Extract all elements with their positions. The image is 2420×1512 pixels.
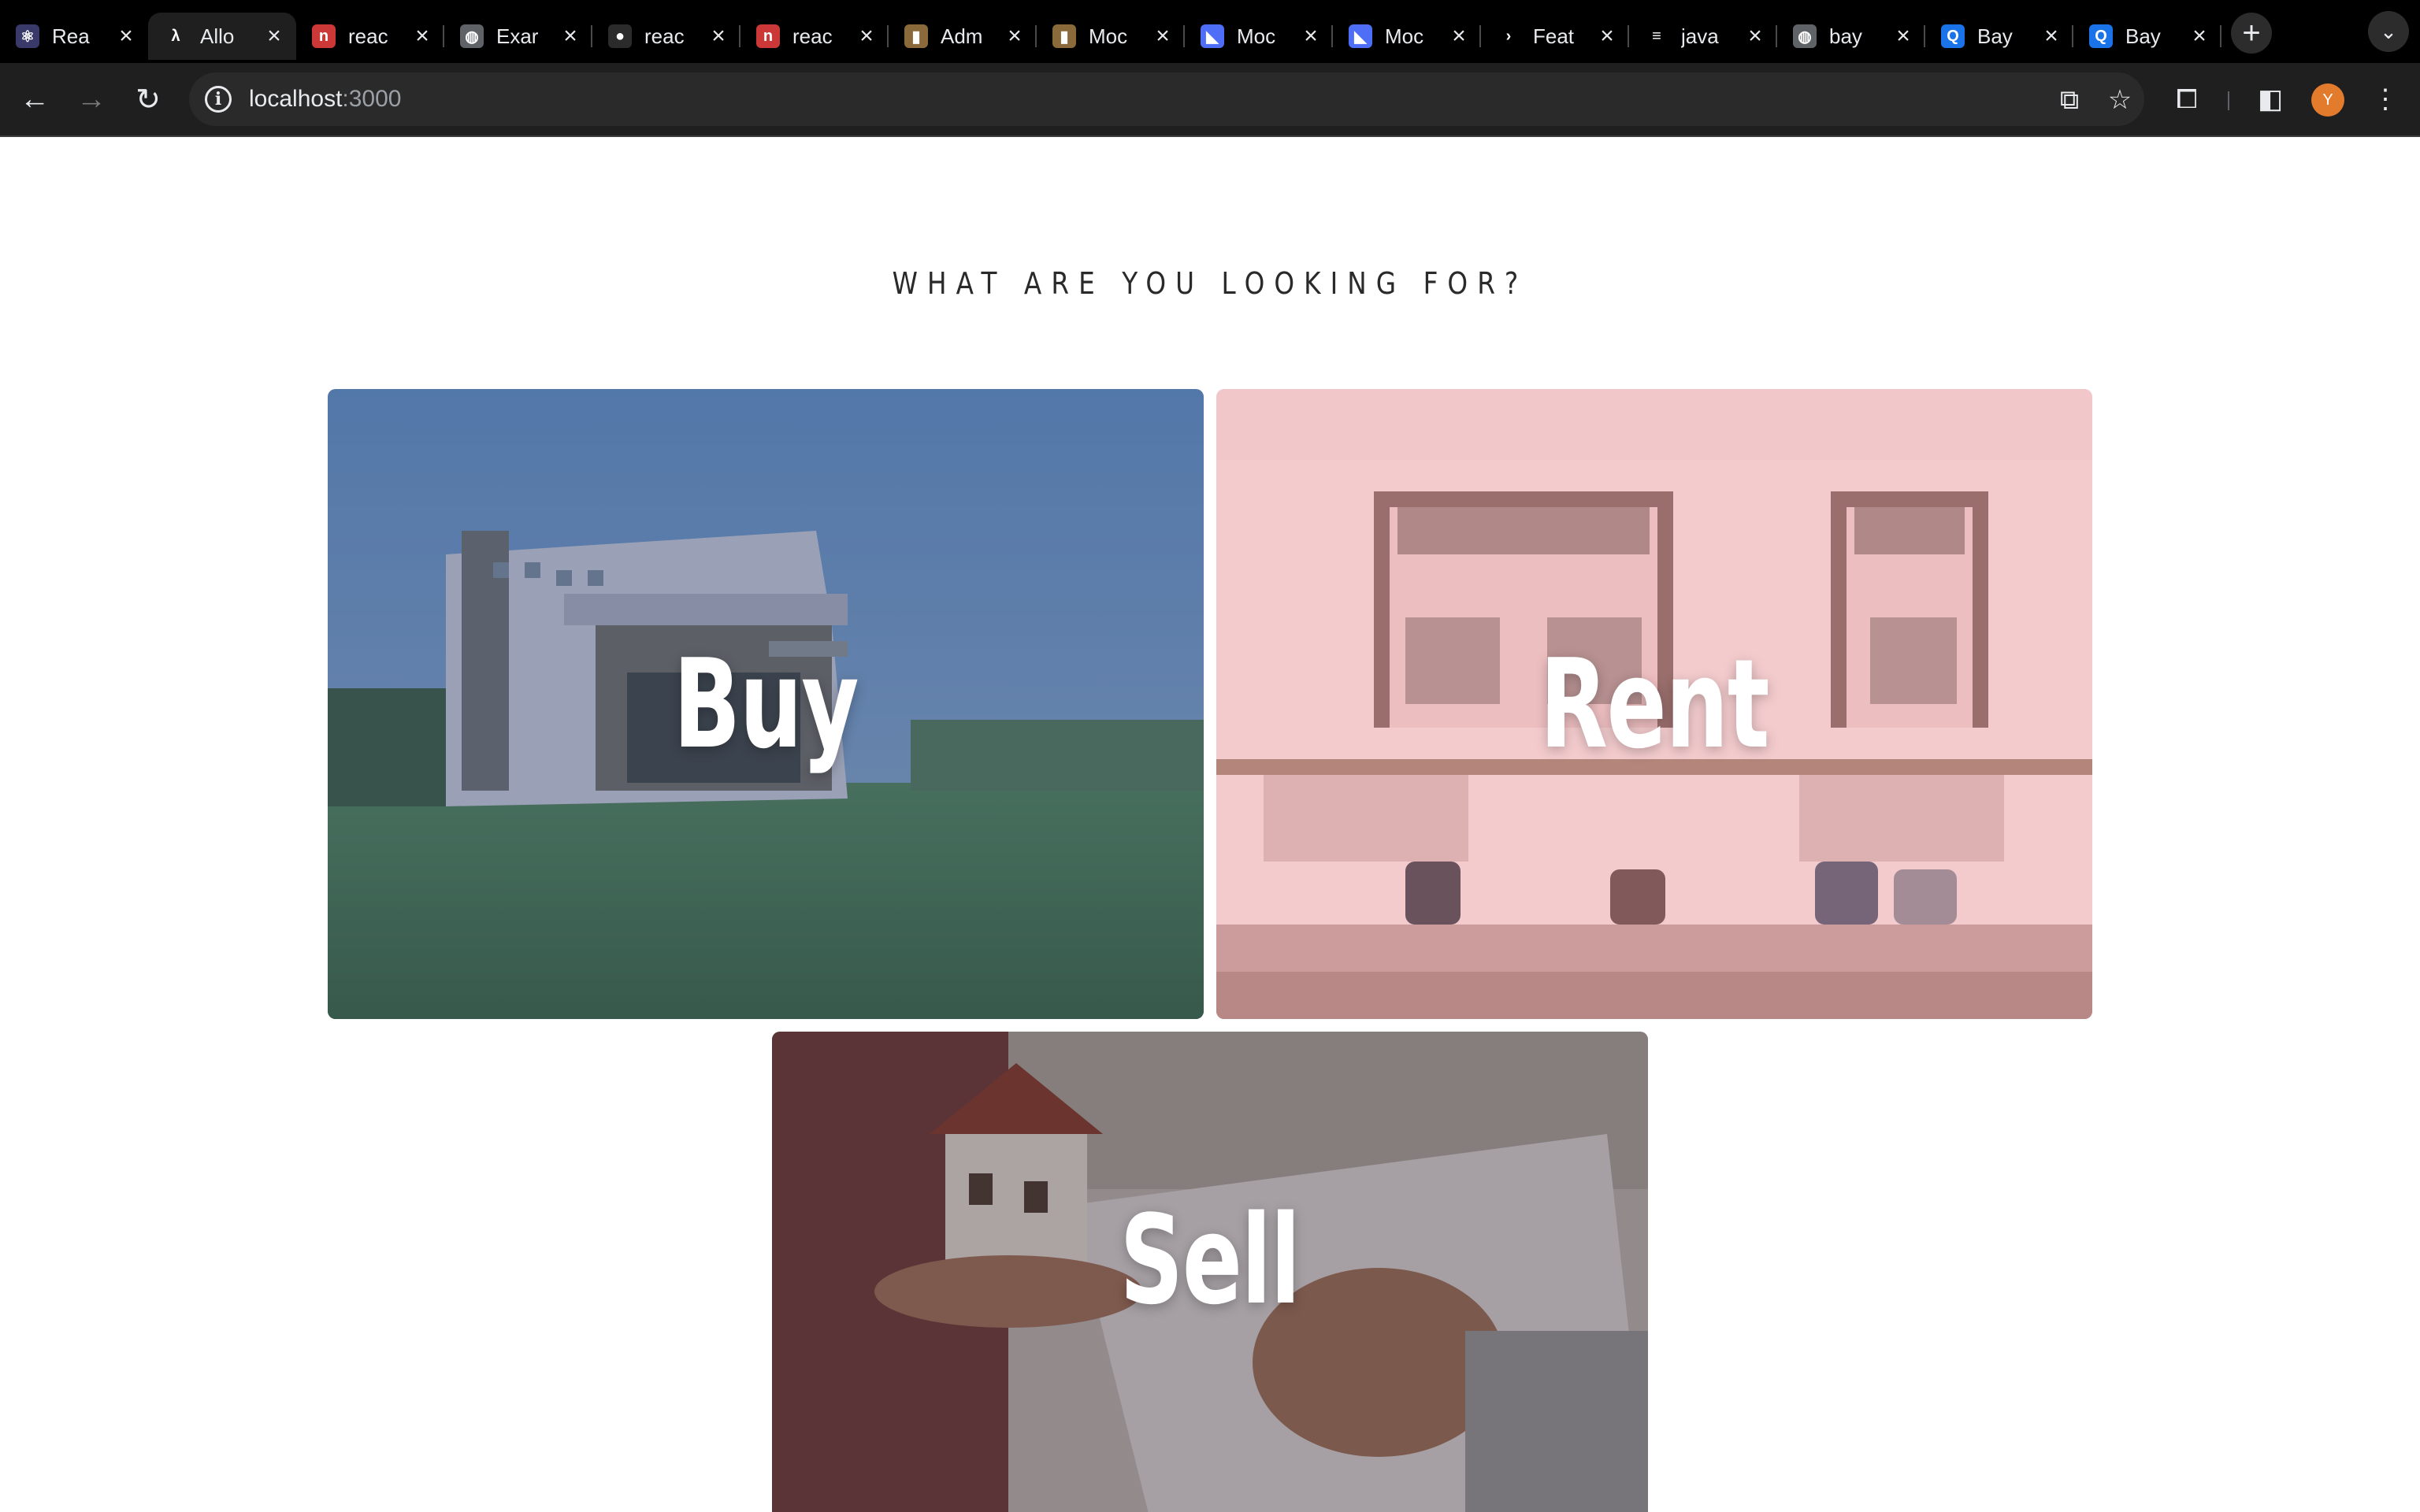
address-bar[interactable]: i localhost:3000 ⧉ ☆ [189, 72, 2144, 126]
stackoverflow-icon: ≡ [1645, 24, 1668, 48]
browser-tab[interactable]: ◍ Exar × [444, 13, 592, 60]
close-tab-icon[interactable]: × [707, 24, 729, 48]
forward-button[interactable]: → [69, 77, 113, 121]
close-tab-icon[interactable]: × [1152, 24, 1174, 48]
site-info-icon[interactable]: i [205, 86, 232, 113]
reload-button[interactable]: ↻ [126, 77, 170, 121]
browser-tab[interactable]: ▮ Moc × [1037, 13, 1185, 60]
toolbar-divider [2228, 91, 2229, 110]
close-tab-icon[interactable]: × [2040, 24, 2062, 48]
tab-list: ⚛ Rea × λ Allo × n reac × ◍ Exar × ● reac × n reac × ▮ Adm ×… [0, 3, 2221, 60]
close-tab-icon[interactable]: × [559, 24, 581, 48]
browser-tab[interactable]: Q Bay × [2073, 13, 2221, 60]
profile-avatar[interactable]: Y [2311, 83, 2344, 117]
tab-title: Rea [52, 24, 90, 48]
browser-tab[interactable]: › Feat × [1481, 13, 1629, 60]
browser-tab[interactable]: n reac × [740, 13, 889, 60]
github-icon: ● [608, 24, 632, 48]
new-tab-button[interactable]: + [2231, 13, 2272, 54]
globe-icon: ◍ [1793, 24, 1817, 48]
browser-tab[interactable]: ◣ Moc × [1185, 13, 1333, 60]
close-tab-icon[interactable]: × [115, 24, 137, 48]
mui-icon: ◣ [1349, 24, 1372, 48]
close-tab-icon[interactable]: × [2188, 24, 2210, 48]
close-tab-icon[interactable]: × [411, 24, 433, 48]
browser-tab[interactable]: λ Allo × [148, 13, 296, 60]
react-icon: ⚛ [16, 24, 39, 48]
tab-title: Feat [1533, 24, 1575, 48]
browser-toolbar: ← → ↻ i localhost:3000 ⧉ ☆ ⧠ ◧ Y ⋮ [0, 63, 2420, 137]
tab-title: Exar [496, 24, 539, 48]
tab-title: Bay [1977, 24, 2013, 48]
url-host: localhost [249, 86, 343, 112]
browser-tab[interactable]: Q Bay × [1925, 13, 2073, 60]
search-icon: Q [2089, 24, 2113, 48]
side-panel-icon[interactable]: ◧ [2248, 77, 2292, 121]
sell-card[interactable]: Sell [772, 1032, 1648, 1512]
browser-tab[interactable]: ≡ java × [1629, 13, 1777, 60]
tab-title: bay [1829, 24, 1862, 48]
close-tab-icon[interactable]: × [1300, 24, 1322, 48]
tab-title: Allo [200, 24, 235, 48]
close-tab-icon[interactable]: × [1744, 24, 1766, 48]
tab-search-button[interactable]: ⌄ [2368, 11, 2409, 52]
tab-title: Bay [2125, 24, 2161, 48]
bookmark-star-icon[interactable]: ☆ [2100, 80, 2140, 120]
tab-title: Moc [1237, 24, 1276, 48]
browser-tab[interactable]: ▮ Adm × [889, 13, 1037, 60]
buy-label: Buy [673, 632, 859, 776]
open-in-app-icon[interactable]: ⧉ [2050, 80, 2089, 120]
back-button[interactable]: ← [13, 77, 57, 121]
url-port: :3000 [342, 86, 402, 112]
npm-icon: n [756, 24, 780, 48]
npm-icon: n [312, 24, 336, 48]
buy-card[interactable]: Buy [328, 389, 1204, 1019]
close-tab-icon[interactable]: × [1596, 24, 1618, 48]
extensions-icon[interactable]: ⧠ [2165, 77, 2209, 121]
rent-label: Rent [1539, 632, 1770, 776]
chevron-right-icon: › [1497, 24, 1520, 48]
close-tab-icon[interactable]: × [263, 24, 285, 48]
tab-separator [2220, 25, 2221, 47]
tab-title: Moc [1385, 24, 1424, 48]
close-tab-icon[interactable]: × [856, 24, 878, 48]
page-heading: WHAT ARE YOU LOOKING FOR? [892, 266, 1528, 301]
lambda-icon: λ [164, 24, 187, 48]
book-icon: ▮ [1052, 24, 1076, 48]
url-text: localhost:3000 [249, 86, 401, 113]
tab-title: Adm [941, 24, 983, 48]
tab-title: reac [792, 24, 833, 48]
close-tab-icon[interactable]: × [1448, 24, 1470, 48]
browser-tab[interactable]: ◣ Moc × [1333, 13, 1481, 60]
close-tab-icon[interactable]: × [1892, 24, 1914, 48]
browser-menu-icon[interactable]: ⋮ [2363, 77, 2407, 121]
tab-title: java [1681, 24, 1719, 48]
browser-tab[interactable]: n reac × [296, 13, 444, 60]
sell-label: Sell [1119, 1188, 1301, 1332]
browser-tab[interactable]: ⚛ Rea × [0, 13, 148, 60]
search-icon: Q [1941, 24, 1965, 48]
tab-title: reac [644, 24, 685, 48]
close-tab-icon[interactable]: × [1004, 24, 1026, 48]
tab-title: Moc [1089, 24, 1128, 48]
book-icon: ▮ [904, 24, 928, 48]
browser-tab[interactable]: ◍ bay × [1777, 13, 1925, 60]
rent-card[interactable]: Rent [1216, 389, 2092, 1019]
tab-strip: ⚛ Rea × λ Allo × n reac × ◍ Exar × ● reac × n reac × ▮ Adm ×… [0, 0, 2420, 63]
globe-icon: ◍ [460, 24, 484, 48]
mui-icon: ◣ [1201, 24, 1224, 48]
tab-title: reac [348, 24, 388, 48]
browser-tab[interactable]: ● reac × [592, 13, 740, 60]
